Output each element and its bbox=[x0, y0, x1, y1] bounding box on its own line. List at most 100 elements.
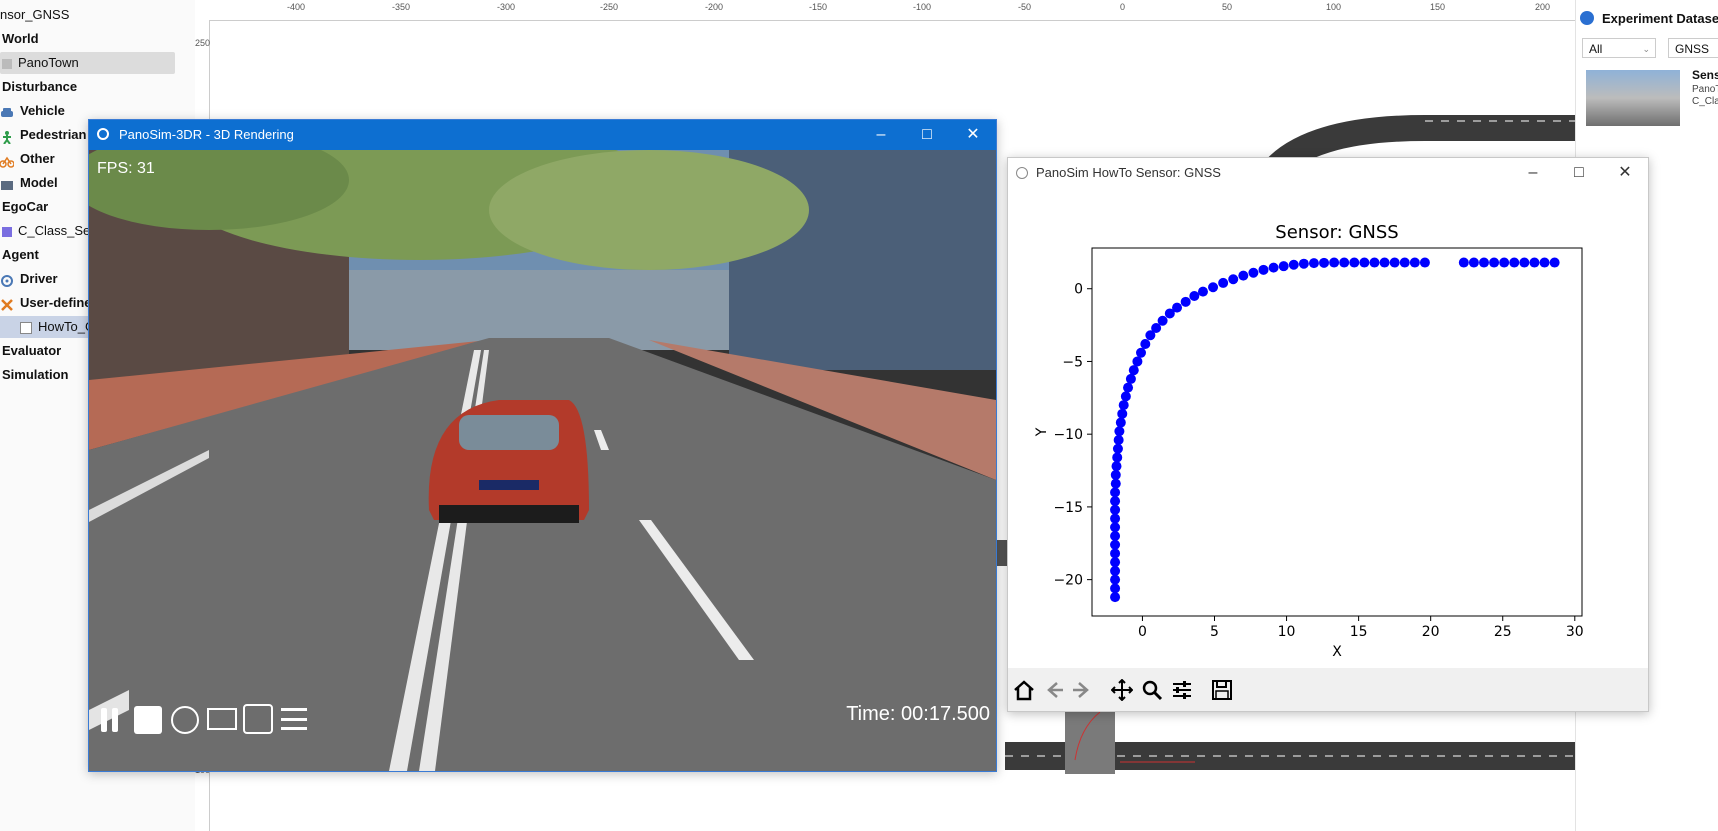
gnss-point bbox=[1136, 347, 1146, 358]
gnss-point bbox=[1110, 539, 1121, 550]
gnss-point bbox=[1409, 257, 1420, 268]
plot-frame bbox=[1091, 247, 1583, 617]
vehicle-swatch-icon bbox=[2, 226, 12, 237]
dataset-card-title: Sens bbox=[1692, 68, 1718, 82]
refresh-icon[interactable] bbox=[1580, 11, 1594, 25]
close-button[interactable]: ✕ bbox=[1602, 158, 1648, 188]
back-arrow-icon[interactable] bbox=[1040, 676, 1068, 704]
search-input[interactable]: GNSS bbox=[1668, 38, 1718, 58]
gnss-point bbox=[1258, 264, 1269, 275]
maximize-button[interactable]: □ bbox=[904, 120, 950, 150]
gnss-point bbox=[1128, 365, 1139, 376]
ruler-tick: 150 bbox=[1430, 2, 1446, 12]
gnss-point bbox=[1114, 426, 1125, 437]
street-scene bbox=[89, 150, 996, 771]
y-tick-label: −5 bbox=[1062, 354, 1083, 370]
ruler-top: -400 -350 -300 -250 -200 -150 -100 -50 0… bbox=[195, 0, 1575, 21]
gnss-point bbox=[1115, 417, 1126, 428]
gnss-point bbox=[1288, 259, 1299, 270]
gnss-point bbox=[1113, 435, 1124, 445]
checkbox-icon[interactable] bbox=[20, 321, 32, 334]
x-tick-label: 5 bbox=[1210, 624, 1219, 640]
gnss-point bbox=[1110, 592, 1121, 603]
gnss-point bbox=[1180, 296, 1191, 307]
gnss-point bbox=[1369, 257, 1380, 268]
gnss-point bbox=[1419, 257, 1430, 268]
tree-item-label: Other bbox=[20, 151, 55, 166]
gnss-point bbox=[1389, 257, 1400, 268]
gnss-point bbox=[1339, 257, 1350, 268]
ruler-tick: -300 bbox=[497, 2, 516, 12]
gnss-chart: Sensor: GNSS X Y 0 5 10 15 20 25 30 0 −5 −10 −15 −20 bbox=[1008, 188, 1648, 668]
gnss-point bbox=[1238, 270, 1249, 281]
tree-item-label: Vehicle bbox=[20, 103, 65, 118]
zoom-icon[interactable] bbox=[1138, 676, 1166, 704]
chart-title: Sensor: GNSS bbox=[1275, 222, 1398, 243]
y-axis-label: Y bbox=[1034, 427, 1050, 437]
pan-icon[interactable] bbox=[1108, 676, 1136, 704]
gnss-point bbox=[1110, 469, 1121, 480]
gnss-point bbox=[1248, 267, 1259, 278]
close-button[interactable]: ✕ bbox=[950, 120, 996, 150]
gnss-point bbox=[1218, 277, 1229, 288]
tools-icon bbox=[0, 297, 14, 311]
gnss-point bbox=[1157, 315, 1168, 326]
gnss-point bbox=[1479, 257, 1489, 268]
ruler-tick: -350 bbox=[392, 2, 411, 12]
gnss-point bbox=[1120, 391, 1131, 402]
minimize-button[interactable]: – bbox=[1510, 158, 1556, 188]
ruler-tick: -250 bbox=[600, 2, 619, 12]
render-window[interactable]: PanoSim-3DR - 3D Rendering – □ ✕ FPS: 31… bbox=[88, 119, 997, 772]
gnss-point bbox=[1189, 291, 1200, 301]
gnss-point bbox=[1110, 574, 1121, 585]
stop-icon[interactable] bbox=[134, 706, 162, 734]
tree-item-panotown[interactable]: PanoTown bbox=[0, 52, 175, 74]
save-icon[interactable] bbox=[1208, 676, 1236, 704]
configure-icon[interactable] bbox=[1168, 676, 1196, 704]
gnss-point bbox=[1197, 286, 1208, 297]
forward-arrow-icon[interactable] bbox=[1068, 676, 1096, 704]
gnss-point bbox=[1458, 257, 1469, 268]
map-icon bbox=[2, 58, 12, 69]
render-window-titlebar[interactable]: PanoSim-3DR - 3D Rendering – □ ✕ bbox=[89, 120, 996, 150]
y-tick-label: −15 bbox=[1053, 500, 1083, 516]
tree-item-world[interactable]: World bbox=[2, 28, 197, 50]
fit-width-icon[interactable] bbox=[207, 708, 237, 730]
gnss-point bbox=[1112, 443, 1123, 454]
ruler-tick: -200 bbox=[705, 2, 724, 12]
gnss-point bbox=[1319, 257, 1330, 268]
3d-viewport[interactable]: FPS: 31 Time: 00:17.500 bbox=[89, 150, 996, 771]
tree-item-label: Driver bbox=[20, 271, 58, 286]
window-title: PanoSim-3DR - 3D Rendering bbox=[119, 127, 294, 142]
gnss-point bbox=[1519, 257, 1530, 268]
dataset-card-line: C_Cla bbox=[1692, 96, 1718, 107]
gnss-plot-window[interactable]: PanoSim HowTo Sensor: GNSS – □ ✕ Sensor:… bbox=[1007, 157, 1649, 712]
menu-list-icon[interactable] bbox=[281, 708, 307, 730]
minimize-button[interactable]: – bbox=[858, 120, 904, 150]
app-icon bbox=[97, 128, 109, 140]
gnss-point bbox=[1278, 261, 1289, 272]
paw-icon[interactable] bbox=[171, 706, 199, 734]
tree-item-disturbance[interactable]: Disturbance bbox=[2, 76, 197, 98]
fps-counter: FPS: 31 bbox=[97, 160, 155, 177]
dataset-thumbnail[interactable] bbox=[1586, 70, 1680, 126]
gnss-point bbox=[1110, 487, 1121, 498]
x-tick-label: 25 bbox=[1494, 624, 1512, 640]
filter-select[interactable]: All ⌄ bbox=[1582, 38, 1656, 58]
gnss-point bbox=[1468, 257, 1479, 268]
tree-header: nsor_GNSS bbox=[0, 7, 70, 22]
gnss-point bbox=[1110, 496, 1121, 507]
gnss-point bbox=[1110, 504, 1121, 515]
x-axis-label: X bbox=[1332, 644, 1342, 660]
maximize-button[interactable]: □ bbox=[1556, 158, 1602, 188]
gnss-point bbox=[1123, 382, 1134, 393]
ruler-tick: 250 bbox=[195, 38, 211, 48]
pause-icon[interactable] bbox=[98, 706, 124, 734]
gnss-point bbox=[1172, 302, 1183, 313]
ruler-tick: -400 bbox=[287, 2, 306, 12]
gnss-window-titlebar[interactable]: PanoSim HowTo Sensor: GNSS – □ ✕ bbox=[1008, 158, 1648, 188]
home-icon[interactable] bbox=[1010, 676, 1038, 704]
x-tick-label: 15 bbox=[1350, 624, 1368, 640]
fullscreen-icon[interactable] bbox=[243, 704, 273, 734]
gnss-point bbox=[1509, 257, 1520, 268]
